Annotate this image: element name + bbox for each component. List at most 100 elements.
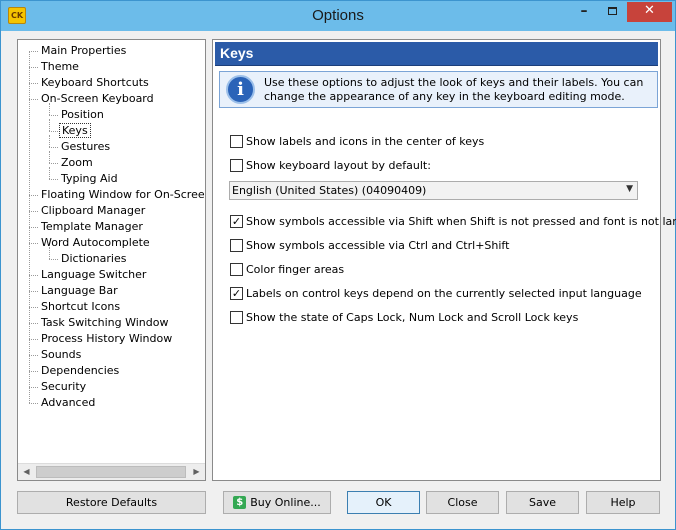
maximize-icon <box>607 7 617 15</box>
option-row[interactable]: Show symbols accessible via Ctrl and Ctr… <box>230 239 509 254</box>
tree-item[interactable]: On-Screen Keyboard <box>39 91 156 106</box>
tree-connector <box>29 51 38 52</box>
option-label: Show symbols accessible via Ctrl and Ctr… <box>246 239 510 252</box>
tree-connector <box>49 147 58 148</box>
checkbox[interactable] <box>230 311 243 324</box>
tree-item[interactable]: Clipboard Manager <box>39 203 147 218</box>
minimize-button[interactable]: – <box>571 2 597 22</box>
tree-connector <box>29 355 38 356</box>
tree-connector <box>29 307 38 308</box>
tree-item[interactable]: Theme <box>39 59 81 74</box>
tree-connector <box>49 179 58 180</box>
checkbox[interactable]: ✓ <box>230 215 243 228</box>
option-row[interactable]: Color finger areas <box>230 263 344 278</box>
tree-horizontal-scrollbar[interactable]: ◀ ▶ <box>18 463 205 480</box>
help-button[interactable]: Help <box>586 491 660 514</box>
ok-button[interactable]: OK <box>347 491 420 514</box>
tree-connector <box>29 387 38 388</box>
option-label: Show keyboard layout by default: <box>246 159 431 172</box>
tree-item[interactable]: Dependencies <box>39 363 121 378</box>
maximize-button[interactable] <box>599 2 625 22</box>
tree-item[interactable]: Typing Aid <box>59 171 120 186</box>
tree-connector <box>29 243 38 244</box>
tree-item[interactable]: Position <box>59 107 106 122</box>
option-label: Show labels and icons in the center of k… <box>246 135 485 148</box>
tree-connector <box>29 403 38 404</box>
tree-connector <box>49 259 58 260</box>
tree-connector <box>49 135 50 147</box>
buy-online-button[interactable]: $ Buy Online... <box>223 491 331 514</box>
option-row[interactable]: Show the state of Caps Lock, Num Lock an… <box>230 311 578 326</box>
option-label: Show symbols accessible via Shift when S… <box>246 215 676 228</box>
checkbox[interactable] <box>230 239 243 252</box>
tree-connector <box>29 339 38 340</box>
tree-connector <box>49 119 50 131</box>
option-row[interactable]: Show keyboard layout by default: <box>230 159 431 174</box>
tree-item[interactable]: Sounds <box>39 347 83 362</box>
option-label: Show the state of Caps Lock, Num Lock an… <box>246 311 579 324</box>
keyboard-layout-select[interactable]: English (United States) (04090409) ▼ <box>229 181 638 200</box>
tree-item[interactable]: Template Manager <box>39 219 145 234</box>
options-window: CK Options – ✕ Main Properties Theme Keybo… <box>0 0 676 530</box>
tree-connector <box>29 371 38 372</box>
tree-item[interactable]: Advanced <box>39 395 97 410</box>
scroll-left-icon[interactable]: ◀ <box>18 464 35 480</box>
tree-item[interactable]: Zoom <box>59 155 95 170</box>
tree-item[interactable]: Keys <box>59 123 91 138</box>
tree-connector <box>29 323 38 324</box>
chevron-down-icon: ▼ <box>626 184 633 194</box>
checkbox[interactable]: ✓ <box>230 287 243 300</box>
panel-title: Keys <box>220 45 254 61</box>
info-text: Use these options to adjust the look of … <box>264 76 644 103</box>
tree-connector <box>29 99 38 100</box>
tree-connector <box>29 83 38 84</box>
tree-item[interactable]: Process History Window <box>39 331 174 346</box>
info-icon: i <box>226 75 255 104</box>
buy-online-label: Buy Online... <box>250 496 321 509</box>
dollar-icon: $ <box>233 495 247 509</box>
option-row[interactable]: ✓ Labels on control keys depend on the cu… <box>230 287 642 302</box>
option-row[interactable]: ✓ Show symbols accessible via Shift when … <box>230 215 676 230</box>
keyboard-layout-value: English (United States) (04090409) <box>232 184 427 197</box>
tree-connector <box>29 291 38 292</box>
settings-panel: Keys i Use these options to adjust the l… <box>212 39 676 481</box>
checkbox[interactable] <box>230 159 243 172</box>
panel-header: Keys <box>215 42 658 66</box>
tree-connector <box>29 275 38 276</box>
tree-item[interactable]: Task Switching Window <box>39 315 170 330</box>
tree-item[interactable]: Main Properties <box>39 43 128 58</box>
scrollbar-thumb[interactable] <box>36 466 186 478</box>
close-button[interactable]: Close <box>426 491 499 514</box>
tree-connector <box>29 67 38 68</box>
tree-connector <box>29 51 30 403</box>
options-tree: Main Properties Theme Keyboard Shortcuts On… <box>17 39 206 481</box>
close-window-button[interactable]: ✕ <box>627 2 672 22</box>
tree-item[interactable]: Shortcut Icons <box>39 299 122 314</box>
tree-connector <box>29 195 38 196</box>
tree-connector <box>49 167 50 179</box>
tree-connector <box>49 131 58 132</box>
tree-item[interactable]: Keyboard Shortcuts <box>39 75 151 90</box>
checkbox[interactable] <box>230 263 243 276</box>
tree-connector <box>29 227 38 228</box>
title-bar[interactable]: CK Options – ✕ <box>1 1 675 31</box>
option-label: Color finger areas <box>246 263 345 276</box>
option-label: Labels on control keys depend on the cur… <box>246 287 642 300</box>
tree-item[interactable]: Dictionaries <box>59 251 128 266</box>
option-row[interactable]: Show labels and icons in the center of k… <box>230 135 484 150</box>
tree-item[interactable]: Language Bar <box>39 283 120 298</box>
tree-item[interactable]: Security <box>39 379 88 394</box>
restore-defaults-button[interactable]: Restore Defaults <box>17 491 206 514</box>
tree-item[interactable]: Floating Window for On-Screen Ke <box>39 187 205 202</box>
tree-connector <box>49 151 50 163</box>
tree-connector <box>49 163 58 164</box>
save-button[interactable]: Save <box>506 491 579 514</box>
info-box: i Use these options to adjust the look o… <box>219 71 658 108</box>
tree-item[interactable]: Language Switcher <box>39 267 148 282</box>
tree-connector <box>29 211 38 212</box>
tree-item[interactable]: Word Autocomplete <box>39 235 152 250</box>
scroll-right-icon[interactable]: ▶ <box>188 464 205 480</box>
tree-item[interactable]: Gestures <box>59 139 112 154</box>
checkbox[interactable] <box>230 135 243 148</box>
tree-connector <box>49 115 58 116</box>
